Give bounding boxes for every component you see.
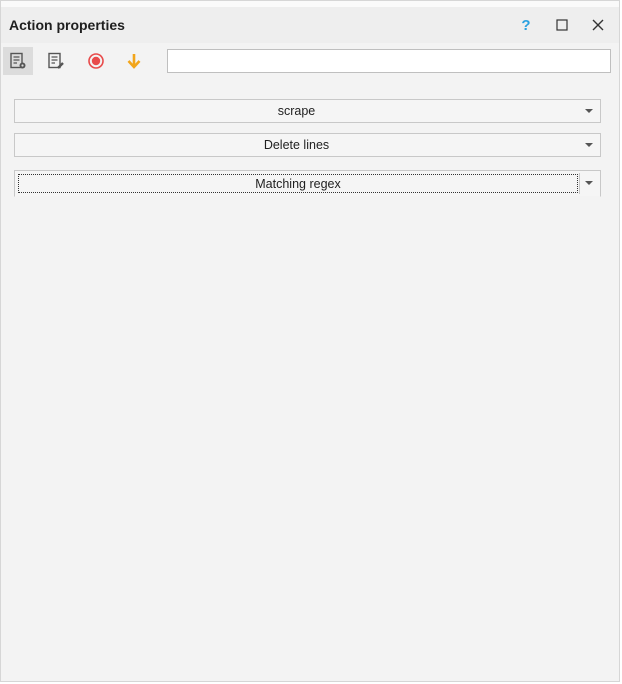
mode-select-value: Matching regex — [18, 174, 578, 193]
dropdown-separator — [579, 173, 580, 194]
search-input[interactable] — [167, 49, 611, 73]
maximize-icon — [556, 19, 568, 31]
close-button[interactable] — [585, 13, 611, 37]
variable-select-value: scrape — [277, 104, 316, 118]
title-bar: Action properties ? — [1, 1, 619, 43]
window-title: Action properties — [9, 17, 125, 33]
properties-edit-icon — [48, 52, 64, 69]
record-button[interactable] — [81, 47, 111, 75]
operation-select[interactable]: Delete lines — [14, 133, 601, 157]
toolbar — [1, 43, 619, 81]
variable-select[interactable]: scrape — [14, 99, 601, 123]
chevron-down-icon — [582, 134, 596, 156]
arrow-down-icon — [127, 54, 141, 69]
help-button[interactable]: ? — [513, 13, 539, 37]
chevron-down-icon — [582, 171, 596, 196]
title-controls: ? — [513, 13, 611, 37]
properties-settings-icon — [10, 52, 26, 69]
maximize-button[interactable] — [549, 13, 575, 37]
properties-panel: scrape Delete lines Matching regex — [1, 81, 619, 681]
mode-select[interactable]: Matching regex — [14, 170, 601, 197]
properties-edit-button[interactable] — [41, 47, 71, 75]
close-icon — [592, 19, 604, 31]
move-down-button[interactable] — [119, 47, 149, 75]
record-icon — [88, 53, 104, 69]
chevron-down-icon — [582, 100, 596, 122]
action-properties-window: Action properties ? scrape Delete lines … — [0, 0, 620, 682]
operation-select-value: Delete lines — [263, 138, 330, 152]
properties-settings-button[interactable] — [3, 47, 33, 75]
